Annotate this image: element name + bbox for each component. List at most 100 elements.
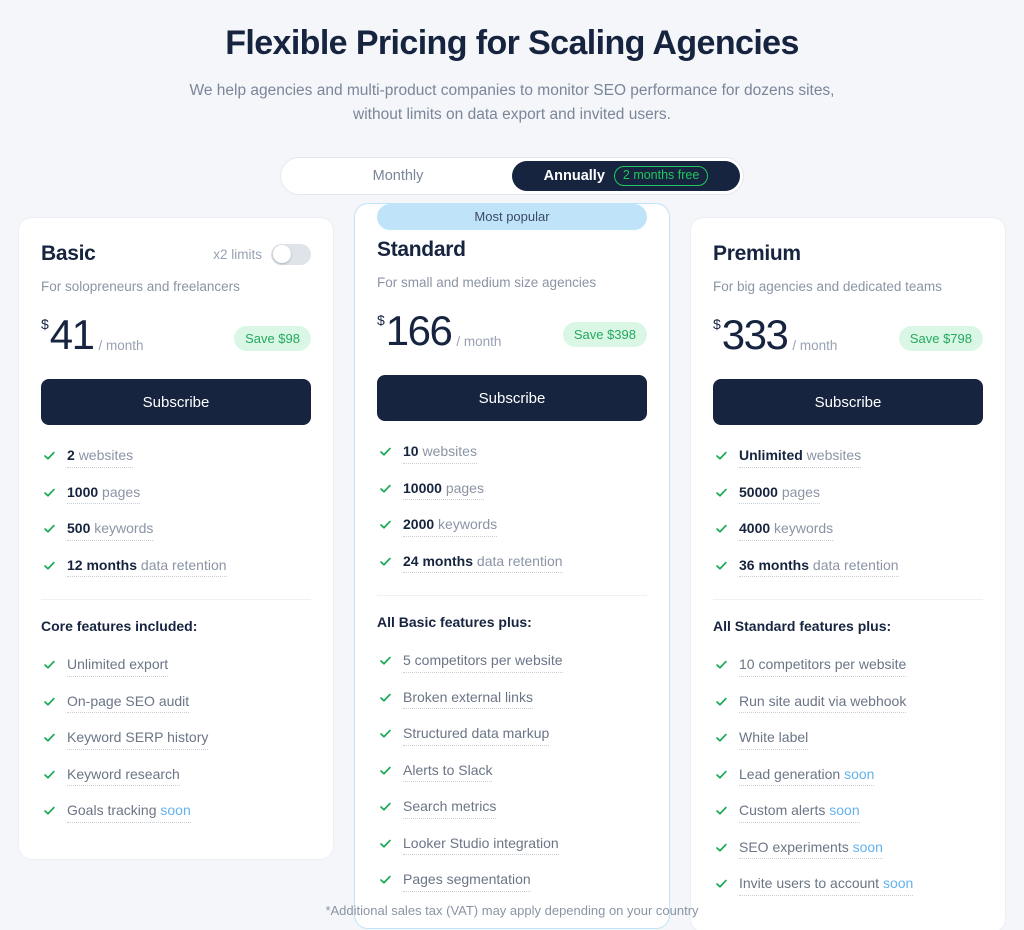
- page-title: Flexible Pricing for Scaling Agencies: [225, 24, 799, 62]
- quota-text: 12 months data retention: [67, 557, 227, 578]
- check-icon: [715, 486, 728, 502]
- quota-text: 1000 pages: [67, 483, 141, 505]
- feature-label: Run site audit via webhook: [739, 692, 907, 709]
- pricing-card-standard: Most popular Standard For small and medium…: [354, 203, 670, 929]
- billing-option-monthly[interactable]: Monthly: [284, 161, 512, 191]
- check-icon: [715, 768, 728, 784]
- price-amount: 333: [721, 311, 789, 359]
- check-icon: [379, 691, 392, 707]
- quota-text: 24 months data retention: [403, 553, 563, 574]
- feature-label: SEO experiments: [739, 838, 849, 855]
- check-icon: [715, 559, 728, 575]
- check-icon: [379, 800, 392, 816]
- feature-label: Keyword research: [67, 765, 180, 782]
- feature-label: Invite users to account: [739, 875, 880, 892]
- feature-text: Alerts to Slack: [403, 762, 493, 783]
- quota-item: 2000 keywords: [377, 516, 647, 553]
- quota-value: 12 months: [67, 556, 138, 573]
- quota-unit: keywords: [94, 520, 154, 537]
- feature-text: Goals tracking soon: [67, 802, 191, 823]
- pricing-page: Flexible Pricing for Scaling Agencies We…: [0, 0, 1024, 930]
- quota-item: 1000 pages: [41, 484, 311, 521]
- section-divider: [713, 599, 983, 601]
- check-icon: [379, 764, 392, 780]
- most-popular-badge: Most popular: [377, 203, 647, 230]
- feature-label: White label: [739, 729, 809, 746]
- quota-unit: pages: [102, 483, 141, 500]
- check-icon: [43, 731, 56, 747]
- feature-label: Broken external links: [403, 688, 533, 705]
- section-divider: [377, 595, 647, 597]
- quota-text: 10000 pages: [403, 480, 484, 501]
- feature-text: Structured data markup: [403, 725, 550, 746]
- soon-badge: soon: [882, 875, 914, 892]
- quota-text: 2000 keywords: [403, 516, 498, 537]
- currency-symbol: $: [713, 316, 721, 333]
- subscribe-button[interactable]: Subscribe: [377, 375, 647, 422]
- feature-text: White label: [739, 729, 809, 750]
- quota-list: 2 websites 1000 pages 500 keywords 12 month…: [41, 447, 311, 593]
- quota-text: 500 keywords: [67, 520, 154, 541]
- feature-label: Pages segmentation: [403, 871, 531, 888]
- subscribe-button[interactable]: Subscribe: [713, 379, 983, 426]
- check-icon: [379, 555, 392, 571]
- check-icon: [715, 877, 728, 893]
- feature-item: Unlimited export: [41, 656, 311, 693]
- feature-item: Custom alerts soon: [713, 802, 983, 839]
- x2-limits-switch[interactable]: [271, 243, 311, 265]
- quota-value: 10000: [403, 479, 442, 496]
- feature-item: White label: [713, 729, 983, 766]
- soon-badge: soon: [160, 802, 191, 819]
- check-icon: [379, 445, 392, 461]
- quota-unit: data retention: [812, 556, 899, 573]
- quota-unit: pages: [781, 483, 820, 500]
- check-icon: [715, 695, 728, 711]
- check-icon: [715, 658, 728, 674]
- feature-text: Run site audit via webhook: [739, 692, 907, 714]
- feature-item: Search metrics: [377, 798, 647, 835]
- quota-text: 2 websites: [67, 447, 134, 468]
- pricing-cards: Basic x2 limits For solopreneurs and freel…: [0, 203, 1024, 930]
- feature-item: Keyword SERP history: [41, 729, 311, 766]
- feature-text: 10 competitors per website: [739, 656, 907, 677]
- feature-text: Broken external links: [403, 689, 533, 710]
- feature-label: Looker Studio integration: [403, 834, 559, 851]
- feature-label: Custom alerts: [739, 802, 826, 819]
- features-section-title: Core features included:: [41, 618, 198, 635]
- subscribe-button[interactable]: Subscribe: [41, 379, 311, 426]
- section-divider: [41, 599, 311, 601]
- currency-symbol: $: [41, 316, 49, 333]
- billing-annually-label: Annually: [543, 168, 605, 185]
- quota-value: 36 months: [739, 556, 810, 573]
- price-row: $166/ month Save $398: [377, 310, 647, 352]
- billing-toggle-wrapper: Monthly Annually 2 months free: [0, 157, 1024, 196]
- feature-list: 10 competitors per website Run site audit…: [713, 656, 983, 912]
- check-icon: [43, 695, 56, 711]
- quota-unit: data retention: [140, 556, 227, 573]
- feature-text: Keyword research: [67, 766, 180, 787]
- quota-text: 50000 pages: [739, 484, 820, 505]
- feature-list: Unlimited export On-page SEO audit Keyword…: [41, 656, 311, 839]
- check-icon: [379, 482, 392, 498]
- currency-symbol: $: [377, 312, 385, 329]
- feature-list: 5 competitors per website Broken external…: [377, 652, 647, 908]
- billing-option-annually[interactable]: Annually 2 months free: [512, 161, 740, 192]
- feature-text: Custom alerts soon: [739, 802, 860, 823]
- check-icon: [43, 449, 56, 465]
- quota-text: 4000 keywords: [739, 520, 834, 541]
- soon-badge: soon: [844, 765, 875, 782]
- quota-unit: pages: [445, 479, 484, 496]
- billing-period-toggle[interactable]: Monthly Annually 2 months free: [280, 157, 744, 196]
- billing-monthly-label: Monthly: [372, 168, 424, 185]
- check-icon: [43, 486, 56, 502]
- feature-label: Unlimited export: [67, 656, 169, 673]
- annual-discount-badge: 2 months free: [613, 165, 709, 187]
- quota-item: 2 websites: [41, 447, 311, 484]
- feature-text: Pages segmentation: [403, 871, 531, 892]
- feature-text: Invite users to account soon: [739, 875, 914, 896]
- check-icon: [43, 768, 56, 784]
- card-header: Basic x2 limits: [41, 242, 311, 266]
- limits-toggle-group[interactable]: x2 limits: [213, 243, 311, 265]
- quota-item: 500 keywords: [41, 520, 311, 557]
- quota-value: 1000: [67, 483, 99, 500]
